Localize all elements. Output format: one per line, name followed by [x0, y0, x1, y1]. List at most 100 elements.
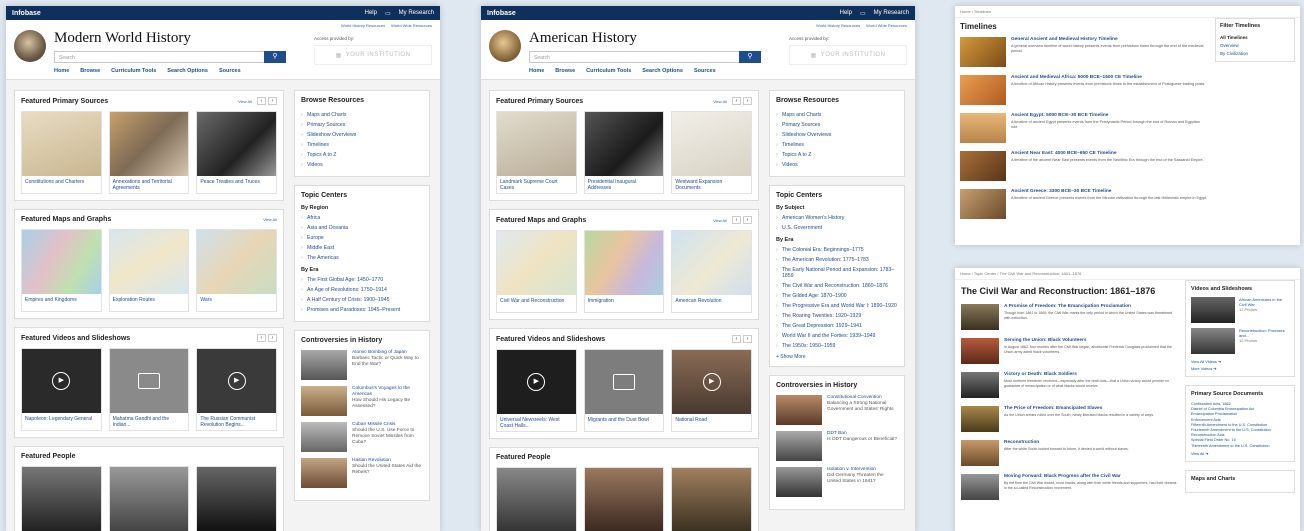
list-item[interactable]: DDT Ban Is DDT Dangerous or Beneficial? [776, 431, 898, 461]
my-research-link[interactable]: My Research [874, 10, 909, 17]
item-title[interactable]: Ancient Egypt: 5000 BCE–30 BCE Timeline [1011, 113, 1208, 118]
item-title[interactable]: Ancient Greece: 3300 BCE–30 BCE Timeline [1011, 189, 1207, 194]
browse-link[interactable]: Topics A to Z [776, 150, 898, 160]
next-arrow-icon[interactable]: › [268, 334, 277, 342]
topic-link[interactable]: Africa [301, 213, 423, 223]
item-title[interactable]: General Ancient and Medieval History Tim… [1011, 37, 1208, 42]
search-button[interactable]: ⚲ [264, 51, 286, 63]
list-item[interactable]: A Promise of Freedom: The Emancipation P… [961, 304, 1177, 330]
topic-link[interactable]: The Progressive Era and World War I: 189… [776, 301, 898, 311]
topic-link[interactable]: The Civil War and Reconstruction: 1860–1… [776, 281, 898, 291]
prev-arrow-icon[interactable]: ‹ [732, 335, 741, 343]
topic-link[interactable]: The American Revolution: 1775–1783 [776, 255, 898, 265]
list-item[interactable]: Victory or Death: Black Soldiers Most nor… [961, 372, 1177, 398]
list-item[interactable]: Ancient Egypt: 5000 BCE–30 BCE Timeline A… [960, 113, 1208, 143]
nav-search-options[interactable]: Search Options [167, 68, 208, 74]
card[interactable]: Migrants and the Dust Bowl [583, 349, 665, 432]
my-research-link[interactable]: My Research [399, 10, 434, 17]
item-title[interactable]: Ancient and Medieval Africa: 5000 BCE–15… [1011, 75, 1205, 80]
play-icon[interactable]: ▶ [527, 373, 546, 391]
topic-link[interactable]: The First Global Age: 1450–1770 [301, 275, 423, 285]
topic-link[interactable]: Asia and Oceania [301, 223, 423, 233]
topic-link[interactable]: The 1950s: 1950–1959 [776, 341, 898, 351]
list-item[interactable]: Serving the Union: Black Volunteers In Au… [961, 338, 1177, 364]
infobase-logo[interactable]: Infobase [12, 10, 41, 17]
topic-link[interactable]: The Colonial Era: Beginnings–1775 [776, 245, 898, 255]
next-arrow-icon[interactable]: › [743, 216, 752, 224]
topic-link[interactable]: American Women's History [776, 213, 898, 223]
card[interactable]: Landmark Supreme Court Cases [496, 111, 577, 194]
topic-link[interactable]: The Great Depression: 1929–1941 [776, 321, 898, 331]
card[interactable]: ▶ Napoleon: Legendary General [21, 348, 102, 431]
browse-link[interactable]: Timelines [776, 140, 898, 150]
play-icon[interactable]: ▶ [227, 372, 246, 390]
browse-link[interactable]: Maps and Charts [301, 110, 423, 120]
next-arrow-icon[interactable]: › [268, 97, 277, 105]
play-icon[interactable]: ▶ [702, 373, 721, 391]
item-title[interactable]: A Promise of Freedom: The Emancipation P… [1004, 304, 1177, 309]
list-item[interactable]: Columbus's Voyages to the Americas How Sh… [301, 386, 423, 416]
topic-link[interactable]: World War II and the Forties: 1939–1949 [776, 331, 898, 341]
topic-link[interactable]: A Half Century of Crisis: 1900–1945 [301, 295, 423, 305]
card[interactable]: Wars [196, 229, 278, 312]
gallery-icon[interactable] [138, 373, 160, 389]
search-button[interactable]: ⚲ [739, 51, 761, 63]
list-item[interactable]: Ancient Greece: 3300 BCE–30 BCE Timeline… [960, 189, 1208, 219]
next-arrow-icon[interactable]: › [743, 97, 752, 105]
filter-option[interactable]: All Timelines [1220, 33, 1290, 41]
next-arrow-icon[interactable]: › [743, 335, 752, 343]
card[interactable] [196, 466, 278, 531]
list-item[interactable]: Atomic Bombing of Japan Barbaric Tactic o… [301, 350, 423, 380]
item-title[interactable]: Reconstruction [1004, 440, 1129, 445]
view-all-docs-link[interactable]: View All ➔ [1191, 451, 1289, 456]
help-link[interactable]: Help [840, 10, 852, 17]
sublink[interactable]: World Wide Resources [391, 23, 432, 28]
card[interactable]: Annexations and Territorial Agreements [108, 111, 190, 194]
card[interactable] [583, 467, 665, 531]
sublink[interactable]: World Wide Resources [866, 23, 907, 28]
topic-link[interactable]: Middle East [301, 243, 423, 253]
video-item[interactable]: Reconstruction: Promises and... 12 Photos [1191, 328, 1289, 354]
view-all-link[interactable]: View All [713, 218, 727, 223]
browse-link[interactable]: Primary Sources [301, 120, 423, 130]
topic-link[interactable]: Europe [301, 233, 423, 243]
view-all-link[interactable]: View All [238, 99, 252, 104]
item-title[interactable]: The Price of Freedom: Emancipated Slaves [1004, 406, 1154, 411]
sublink[interactable]: World History Resources [341, 23, 385, 28]
show-more-link[interactable]: + Show More [776, 354, 898, 360]
list-item[interactable]: The Price of Freedom: Emancipated Slaves… [961, 406, 1177, 432]
play-icon[interactable]: ▶ [52, 372, 71, 390]
view-all-videos-link[interactable]: View All Videos ➔ [1191, 359, 1289, 364]
item-title[interactable]: Ancient Near East: 4000 BCE–650 CE Timel… [1011, 151, 1204, 156]
list-item[interactable]: Reconstruction After the white South look… [961, 440, 1177, 466]
card[interactable]: ▶ National Road [671, 349, 753, 432]
item-title[interactable]: Serving the Union: Black Volunteers [1004, 338, 1177, 343]
browse-link[interactable]: Videos [776, 160, 898, 170]
topic-link[interactable]: U.S. Government [776, 223, 898, 233]
browse-link[interactable]: Timelines [301, 140, 423, 150]
video-title[interactable]: African Americans in the Civil War [1239, 297, 1289, 307]
filter-option[interactable]: Overview [1220, 41, 1290, 49]
card[interactable]: Exploration Routes [108, 229, 190, 312]
item-title[interactable]: Moving Forward: Black Progress after the… [1004, 474, 1177, 479]
browse-link[interactable]: Topics A to Z [301, 150, 423, 160]
nav-search-options[interactable]: Search Options [642, 68, 683, 74]
card[interactable]: Immigration [583, 230, 665, 313]
list-item[interactable]: General Ancient and Medieval History Tim… [960, 37, 1208, 67]
browse-link[interactable]: Slideshow Overviews [301, 130, 423, 140]
nav-browse[interactable]: Browse [555, 68, 575, 74]
doc-link[interactable]: Thirteenth Amendment to the U.S. Constit… [1191, 444, 1289, 449]
sublink[interactable]: World History Resources [816, 23, 860, 28]
topic-link[interactable]: The Roaring Twenties: 1920–1929 [776, 311, 898, 321]
card[interactable]: ▶ The Russian Communist Revolution Begins… [196, 348, 278, 431]
list-item[interactable]: Cuban Missile Crisis Should the U.S. Use … [301, 422, 423, 452]
card[interactable]: American Revolution [671, 230, 753, 313]
view-all-link[interactable]: View All [263, 217, 277, 222]
list-item[interactable]: Ancient Near East: 4000 BCE–650 CE Timel… [960, 151, 1208, 181]
card[interactable] [671, 467, 753, 531]
topic-link[interactable]: The Americas [301, 253, 423, 263]
search-input[interactable]: Search [529, 51, 741, 63]
card[interactable]: Empires and Kingdoms [21, 229, 102, 312]
prev-arrow-icon[interactable]: ‹ [257, 334, 266, 342]
card[interactable] [108, 466, 190, 531]
